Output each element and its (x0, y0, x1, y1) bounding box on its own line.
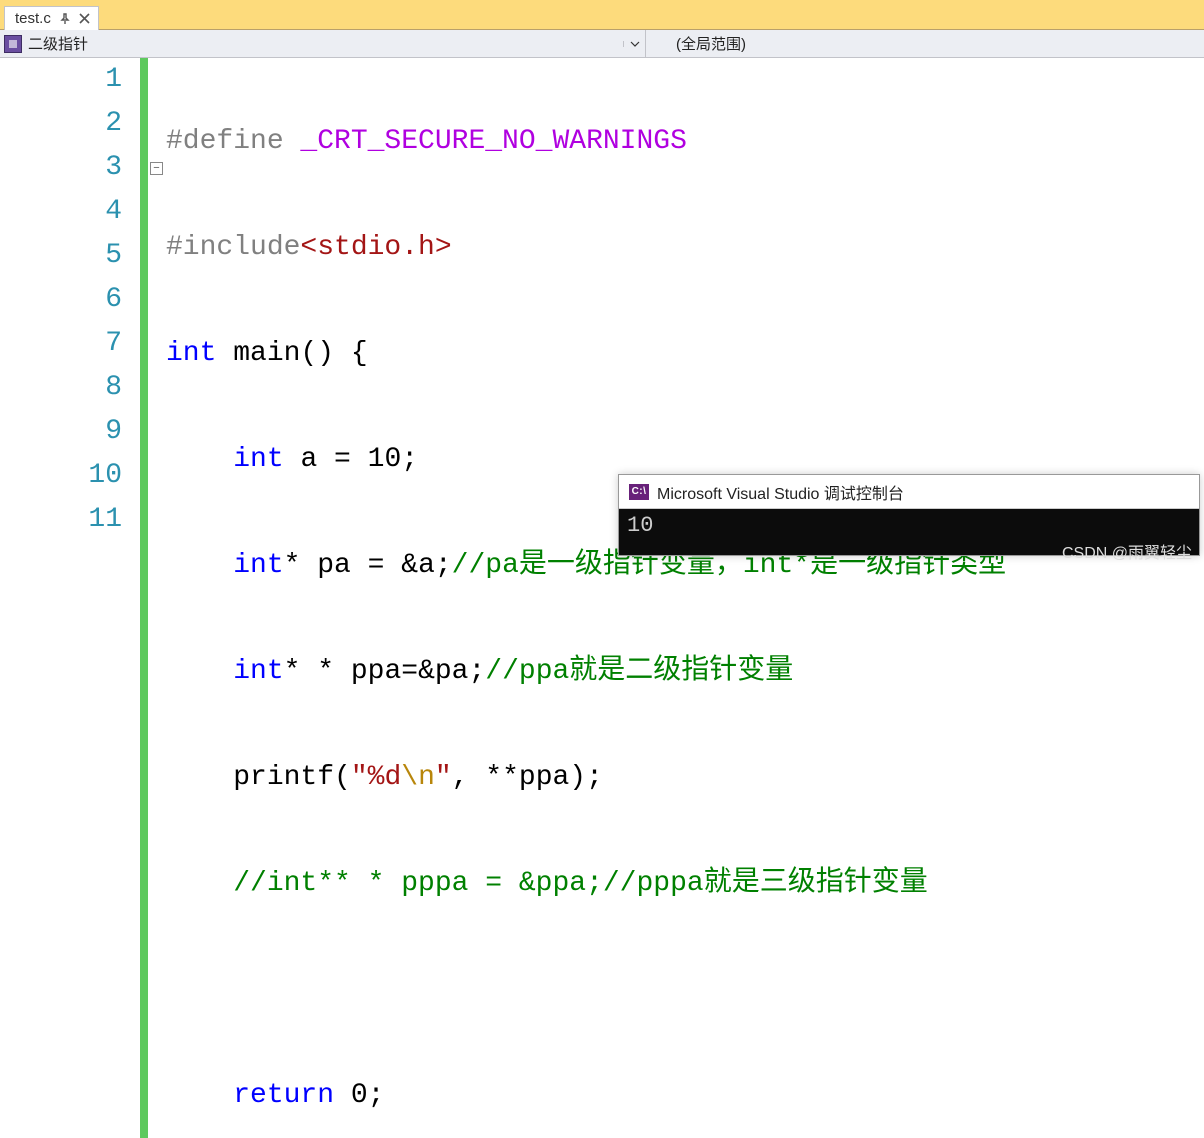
file-tab[interactable]: test.c (4, 6, 99, 30)
tab-bar: test.c (0, 0, 1204, 30)
close-icon[interactable] (79, 13, 90, 24)
line-number: 3 (0, 146, 122, 190)
chevron-down-icon[interactable] (623, 41, 645, 47)
change-indicator (140, 58, 148, 1138)
code-line: #define _CRT_SECURE_NO_WARNINGS (166, 120, 1006, 164)
scope-dropdown-left[interactable]: 二级指针 (0, 30, 646, 57)
code-area[interactable]: #define _CRT_SECURE_NO_WARNINGS #include… (166, 58, 1006, 1138)
tab-filename: test.c (15, 10, 51, 27)
code-line: //int** * pppa = &ppa;//pppa就是三级指针变量 (166, 862, 1006, 906)
fold-column: − (148, 58, 166, 1138)
scope-left-label: 二级指针 (28, 33, 88, 54)
project-icon (4, 35, 22, 53)
code-editor[interactable]: 1 2 3 4 5 6 7 8 9 10 11 − #define _CRT_S… (0, 58, 1204, 1138)
scope-dropdown-right[interactable]: (全局范围) (646, 30, 1204, 57)
scope-right-label: (全局范围) (676, 33, 746, 54)
console-title-text: Microsoft Visual Studio 调试控制台 (657, 480, 904, 504)
line-number: 7 (0, 322, 122, 366)
fold-toggle[interactable]: − (150, 162, 163, 175)
code-line: return 0; (166, 1074, 1006, 1118)
line-number: 8 (0, 366, 122, 410)
line-number: 11 (0, 498, 122, 542)
line-number: 5 (0, 234, 122, 278)
line-number: 9 (0, 410, 122, 454)
code-line: int* * ppa=&pa;//ppa就是二级指针变量 (166, 650, 1006, 694)
line-gutter: 1 2 3 4 5 6 7 8 9 10 11 (0, 58, 140, 1138)
debug-console-window[interactable]: C:\ Microsoft Visual Studio 调试控制台 10 (618, 474, 1200, 556)
line-number: 2 (0, 102, 122, 146)
vs-icon: C:\ (629, 484, 649, 500)
context-bar: 二级指针 (全局范围) (0, 30, 1204, 58)
line-number: 6 (0, 278, 122, 322)
code-line: int main() { (166, 332, 1006, 376)
line-number: 4 (0, 190, 122, 234)
code-line: #include<stdio.h> (166, 226, 1006, 270)
pin-icon[interactable] (59, 13, 71, 25)
console-output-text: 10 (627, 513, 653, 538)
console-output: 10 (619, 509, 1199, 555)
code-line: printf("%d\n", **ppa); (166, 756, 1006, 800)
code-line (166, 968, 1006, 1012)
line-number: 10 (0, 454, 122, 498)
console-titlebar[interactable]: C:\ Microsoft Visual Studio 调试控制台 (619, 475, 1199, 509)
line-number: 1 (0, 58, 122, 102)
